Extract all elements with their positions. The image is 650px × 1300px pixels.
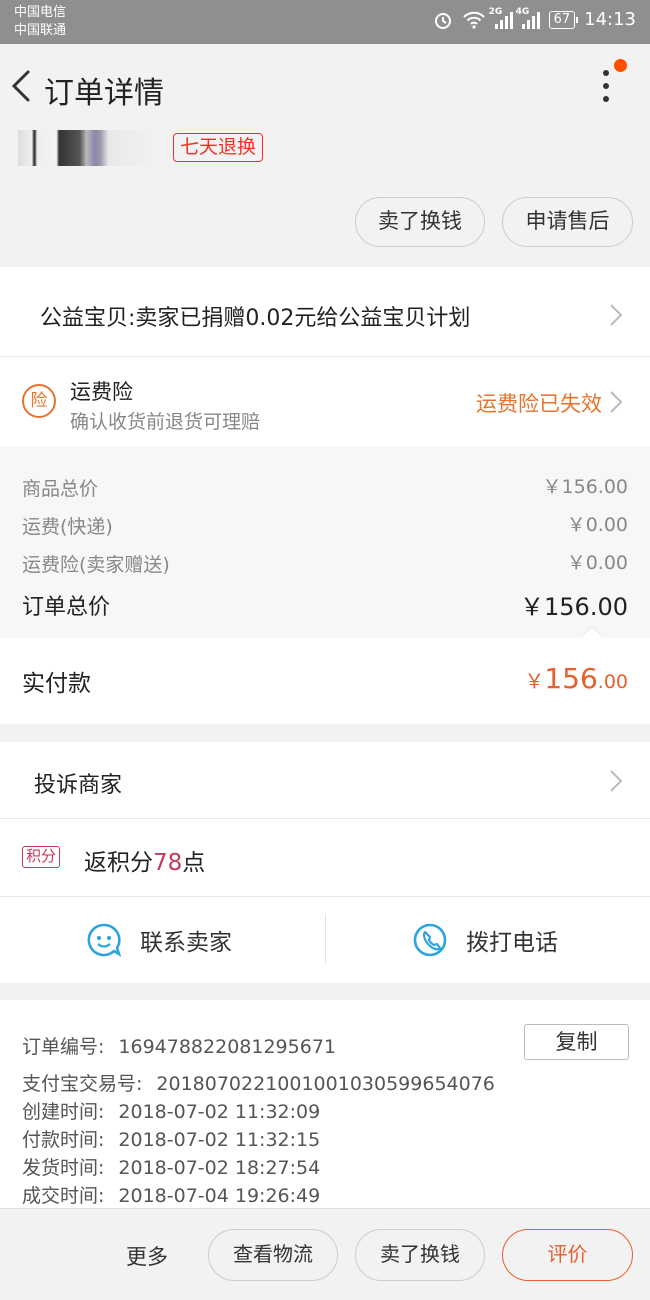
order-total-label: 订单总价 [22, 595, 111, 620]
shipping-label: 运费(快递) [22, 516, 113, 538]
divider [0, 818, 650, 819]
shipped-time-row: 发货时间: 2018-07-02 18:27:54 [22, 1153, 320, 1180]
shipping-insurance-label: 运费险(卖家赠送) [22, 554, 170, 576]
chevron-right-icon [610, 770, 623, 792]
chevron-right-icon [610, 304, 623, 326]
insurance-status[interactable]: 运费险已失效 [476, 388, 602, 418]
carrier-names: 中国电信 中国联通 [14, 4, 66, 40]
goods-total-label: 商品总价 [22, 478, 99, 500]
seven-day-return-tag: 七天退换 [173, 133, 264, 162]
more-button[interactable]: 更多 [126, 1241, 168, 1271]
sell-for-cash-button[interactable]: 卖了换钱 [355, 197, 485, 247]
vertical-dots-icon[interactable] [594, 70, 618, 106]
paid-amount: ￥156.00 [524, 662, 628, 695]
charity-text[interactable]: 公益宝贝:卖家已捐赠0.02元给公益宝贝计划 [40, 300, 470, 332]
divider [0, 356, 650, 357]
shipping-value: ￥0.00 [566, 514, 628, 536]
page-title: 订单详情 [44, 76, 164, 111]
signal-1-icon: 2G [489, 7, 513, 29]
after-sales-button[interactable]: 申请售后 [502, 197, 633, 247]
paid-time-value: 2018-07-02 11:32:15 [118, 1129, 321, 1151]
clock-time: 14:13 [584, 9, 636, 30]
shipped-time-value: 2018-07-02 18:27:54 [118, 1157, 321, 1179]
chat-bubble-icon [87, 923, 122, 957]
created-time-key: 创建时间: [22, 1101, 105, 1123]
network-type-2: 4G [515, 6, 530, 17]
caret-up-indicator [580, 626, 604, 638]
nav-bar: 订单详情 [0, 44, 650, 128]
status-icons: 2G 4G 67 14:13 [433, 7, 636, 30]
insurance-subtitle: 确认收货前退货可理赔 [70, 411, 261, 433]
paid-time-row: 付款时间: 2018-07-02 11:32:15 [22, 1125, 320, 1152]
vertical-divider [325, 914, 326, 964]
order-number-key: 订单编号: [22, 1036, 105, 1058]
complain-seller[interactable]: 投诉商家 [34, 767, 122, 799]
wifi-icon [462, 11, 485, 29]
rate-button[interactable]: 评价 [502, 1229, 633, 1281]
shipping-insurance-value: ￥0.00 [566, 552, 628, 574]
call-phone-label: 拨打电话 [466, 930, 558, 956]
alarm-clock-icon [434, 12, 451, 29]
created-time-value: 2018-07-02 11:32:09 [118, 1101, 321, 1123]
order-total-value: ￥156.00 [520, 593, 628, 621]
phone-icon [413, 923, 447, 957]
closed-time-row: 成交时间: 2018-07-04 19:26:49 [22, 1181, 320, 1208]
order-number-value: 169478822081295671 [118, 1036, 336, 1058]
paid-label: 实付款 [22, 671, 91, 697]
view-logistics-button[interactable]: 查看物流 [208, 1229, 338, 1281]
paid-decimal: .00 [597, 671, 628, 693]
closed-time-value: 2018-07-04 19:26:49 [118, 1185, 321, 1207]
created-time-row: 创建时间: 2018-07-02 11:32:09 [22, 1097, 320, 1124]
divider [0, 896, 650, 897]
notification-dot [614, 59, 627, 72]
contact-seller-button[interactable]: 联系卖家 [86, 898, 232, 982]
alipay-trade-value: 2018070221001001030599654076 [156, 1073, 495, 1095]
points-text: 返积分78点 [84, 843, 205, 877]
insurance-title: 运费险 [70, 380, 133, 404]
status-bar: 中国电信 中国联通 2G 4G 67 14:13 [0, 0, 650, 44]
call-phone-button[interactable]: 拨打电话 [412, 898, 558, 982]
sell-for-cash-bottom-button[interactable]: 卖了换钱 [355, 1229, 485, 1281]
chevron-right-icon [610, 391, 623, 413]
shipped-time-key: 发货时间: [22, 1157, 105, 1179]
alipay-trade-row: 支付宝交易号: 2018070221001001030599654076 [22, 1069, 495, 1096]
product-thumbnail[interactable] [18, 130, 155, 166]
insurance-badge: 险 [22, 384, 56, 418]
carrier-2: 中国联通 [14, 23, 67, 38]
points-suffix: 点 [182, 850, 206, 876]
order-number-row: 订单编号: 169478822081295671 [22, 1032, 336, 1059]
paid-integer: 156 [544, 662, 598, 695]
copy-button[interactable]: 复制 [524, 1024, 629, 1060]
alipay-trade-key: 支付宝交易号: [22, 1073, 143, 1095]
points-badge: 积分 [22, 846, 61, 868]
points-prefix: 返积分 [84, 850, 153, 876]
network-type-1: 2G [488, 6, 503, 17]
carrier-1: 中国电信 [14, 5, 67, 20]
goods-total-value: ￥156.00 [542, 476, 628, 498]
battery-icon: 67 [548, 10, 578, 29]
points-value: 78 [153, 850, 183, 876]
closed-time-key: 成交时间: [22, 1185, 105, 1207]
paid-currency: ￥ [524, 669, 545, 693]
contact-seller-label: 联系卖家 [140, 930, 232, 956]
paid-time-key: 付款时间: [22, 1129, 105, 1151]
chevron-left-icon[interactable] [6, 66, 36, 106]
signal-2-icon: 4G [516, 7, 540, 29]
